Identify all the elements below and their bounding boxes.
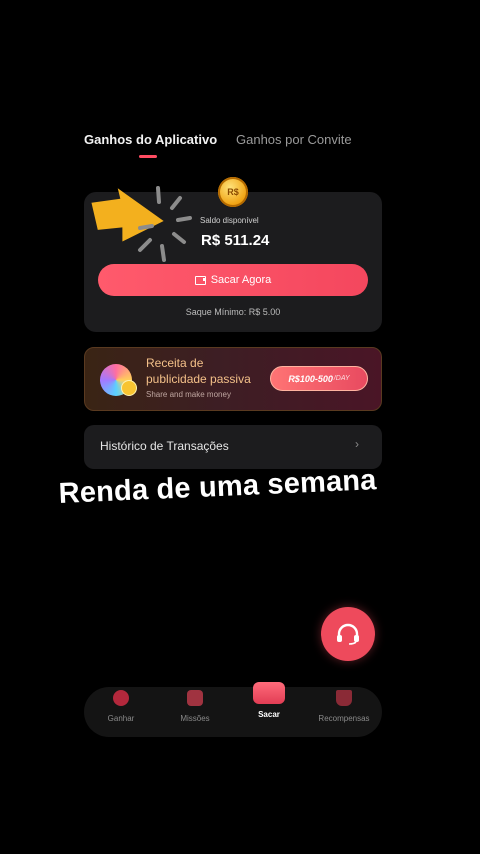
nav-label-rewards: Recompensas bbox=[318, 714, 370, 723]
chevron-right-icon: › bbox=[355, 437, 359, 451]
earn-icon bbox=[113, 690, 129, 706]
tab-invite-earnings[interactable]: Ganhos por Convite bbox=[236, 132, 352, 147]
ad-subtitle: Share and make money bbox=[146, 390, 231, 399]
nav-label-earn: Ganhar bbox=[107, 714, 135, 723]
nav-item-earn[interactable]: Ganhar bbox=[86, 690, 156, 723]
wallet-icon bbox=[194, 275, 206, 285]
missions-icon bbox=[187, 690, 203, 706]
headset-icon bbox=[337, 623, 359, 645]
video-caption: Renda de uma semana bbox=[58, 464, 378, 510]
coin-badge-icon bbox=[121, 380, 137, 396]
coin-icon: R$ bbox=[218, 177, 248, 207]
tab-active-indicator bbox=[139, 155, 157, 158]
withdraw-now-label: Sacar Agora bbox=[210, 274, 272, 286]
nav-item-withdraw[interactable]: Sacar bbox=[234, 682, 304, 719]
customer-support-button[interactable] bbox=[321, 607, 375, 661]
wallet-icon bbox=[253, 682, 285, 704]
balance-amount: R$ 511.24 bbox=[201, 232, 270, 249]
ad-title: Receita de publicidade passiva bbox=[146, 356, 251, 386]
nav-item-rewards[interactable]: Recompensas bbox=[309, 690, 379, 723]
nav-label-withdraw: Sacar bbox=[258, 710, 280, 719]
nav-label-missions: Missões bbox=[180, 714, 210, 723]
tab-app-earnings[interactable]: Ganhos do Aplicativo bbox=[84, 132, 217, 147]
earnings-range-pill[interactable]: R$100-500/DAY bbox=[270, 366, 368, 391]
spinner-icon bbox=[138, 186, 192, 262]
withdraw-now-button[interactable]: Sacar Agora bbox=[98, 264, 368, 296]
trophy-icon bbox=[336, 690, 352, 706]
balance-label: Saldo disponível bbox=[200, 216, 259, 225]
minimum-withdraw-text: Saque Mínimo: R$ 5.00 bbox=[185, 307, 281, 317]
nav-item-missions[interactable]: Missões bbox=[160, 690, 230, 723]
transaction-history-label: Histórico de Transações bbox=[100, 439, 229, 453]
